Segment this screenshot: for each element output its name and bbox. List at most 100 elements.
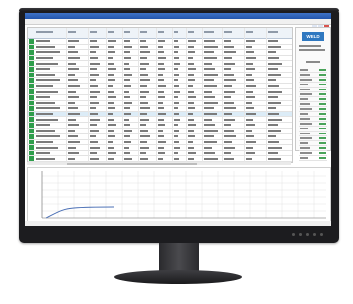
- table-header: [28, 28, 292, 39]
- row-status-badge: [29, 61, 34, 66]
- monitor-button[interactable]: [299, 233, 302, 236]
- table-cell: [68, 140, 80, 143]
- list-item-label: [300, 142, 308, 145]
- list-item-label: [300, 137, 312, 140]
- table-cell: [36, 73, 56, 76]
- list-item[interactable]: [299, 156, 327, 161]
- row-status-badge: [29, 122, 34, 128]
- list-item-label: [300, 147, 310, 150]
- table-cell: [174, 129, 180, 132]
- table-cell: [224, 101, 234, 104]
- list-item-label: [300, 83, 308, 86]
- table-cell: [140, 45, 148, 48]
- monitor-button[interactable]: [306, 233, 309, 236]
- table-cell: [140, 107, 150, 110]
- table-cell: [224, 113, 233, 116]
- table-cell: [204, 118, 213, 121]
- table-cell: [204, 146, 213, 149]
- column-header[interactable]: [90, 31, 97, 33]
- monitor-button[interactable]: [313, 233, 316, 236]
- table-cell: [268, 107, 277, 110]
- table-cell: [246, 140, 256, 143]
- column-divider: [186, 28, 187, 162]
- column-header[interactable]: [224, 31, 233, 33]
- table-cell: [174, 140, 179, 143]
- table-cell: [158, 107, 165, 110]
- table-cell: [124, 68, 131, 71]
- table-cell: [204, 96, 216, 99]
- table-cell: [36, 118, 58, 121]
- column-header[interactable]: [36, 31, 53, 33]
- monitor-button[interactable]: [292, 233, 295, 236]
- column-header[interactable]: [108, 31, 114, 33]
- table-cell: [158, 51, 165, 54]
- table-cell: [90, 57, 98, 60]
- scrollbar-thumb[interactable]: [67, 162, 197, 165]
- column-header[interactable]: [188, 31, 194, 33]
- row-status-badge: [29, 134, 34, 139]
- column-header[interactable]: [140, 31, 147, 33]
- table-cell: [140, 85, 147, 88]
- table-cell: [174, 118, 180, 121]
- column-header[interactable]: [204, 31, 214, 33]
- table-cell: [36, 90, 58, 93]
- table-cell: [108, 79, 116, 82]
- column-header[interactable]: [174, 31, 179, 33]
- table-cell: [246, 107, 254, 110]
- table-cell: [204, 113, 217, 116]
- list-item-label: [300, 152, 312, 154]
- column-header[interactable]: [246, 31, 253, 33]
- column-header[interactable]: [158, 31, 164, 33]
- list-item-value: [319, 83, 326, 86]
- table-cell: [108, 40, 116, 43]
- table-cell: [124, 51, 130, 54]
- table-cell: [204, 73, 218, 76]
- table-cell: [224, 79, 236, 82]
- table-cell: [140, 118, 149, 121]
- table-cell: [36, 129, 56, 132]
- table-cell: [140, 79, 150, 82]
- table-cell: [268, 85, 280, 88]
- table-cell: [124, 146, 129, 149]
- table-cell: [140, 113, 147, 116]
- list-item-label: [300, 73, 310, 76]
- column-divider: [202, 28, 203, 162]
- table-cell: [68, 113, 80, 116]
- table-cell: [158, 96, 166, 99]
- table-cell: [124, 140, 132, 143]
- table-cell: [124, 79, 130, 82]
- table-cell: [36, 51, 60, 54]
- column-header[interactable]: [268, 31, 278, 33]
- horizontal-scrollbar[interactable]: [27, 162, 291, 165]
- table-cell: [246, 85, 256, 88]
- table-cell: [268, 79, 277, 82]
- table-cell: [68, 73, 76, 76]
- table-cell: [90, 73, 99, 76]
- data-table: [27, 27, 293, 163]
- table-cell: [268, 118, 282, 121]
- power-button[interactable]: [320, 233, 323, 236]
- list-item-label: [300, 88, 310, 91]
- table-cell: [224, 40, 232, 43]
- list-item-label: [300, 69, 308, 71]
- table-cell: [68, 85, 80, 88]
- side-panel-heading: [306, 61, 320, 63]
- table-cell: [174, 146, 180, 149]
- table-cell: [140, 40, 146, 43]
- table-cell: [124, 152, 131, 155]
- table-cell: [68, 57, 80, 60]
- table-cell: [140, 157, 148, 160]
- table-cell: [158, 79, 165, 82]
- row-status-badge: [29, 111, 34, 117]
- table-cell: [140, 140, 147, 143]
- table-cell: [36, 62, 58, 65]
- chart-curve: [45, 206, 115, 219]
- table-cell: [108, 57, 113, 60]
- column-header[interactable]: [68, 31, 77, 33]
- column-header[interactable]: [124, 31, 130, 33]
- table-cell: [268, 101, 281, 104]
- table-cell: [140, 57, 147, 60]
- table-cell: [108, 157, 114, 160]
- table-cell: [108, 101, 114, 104]
- table-cell: [36, 140, 53, 143]
